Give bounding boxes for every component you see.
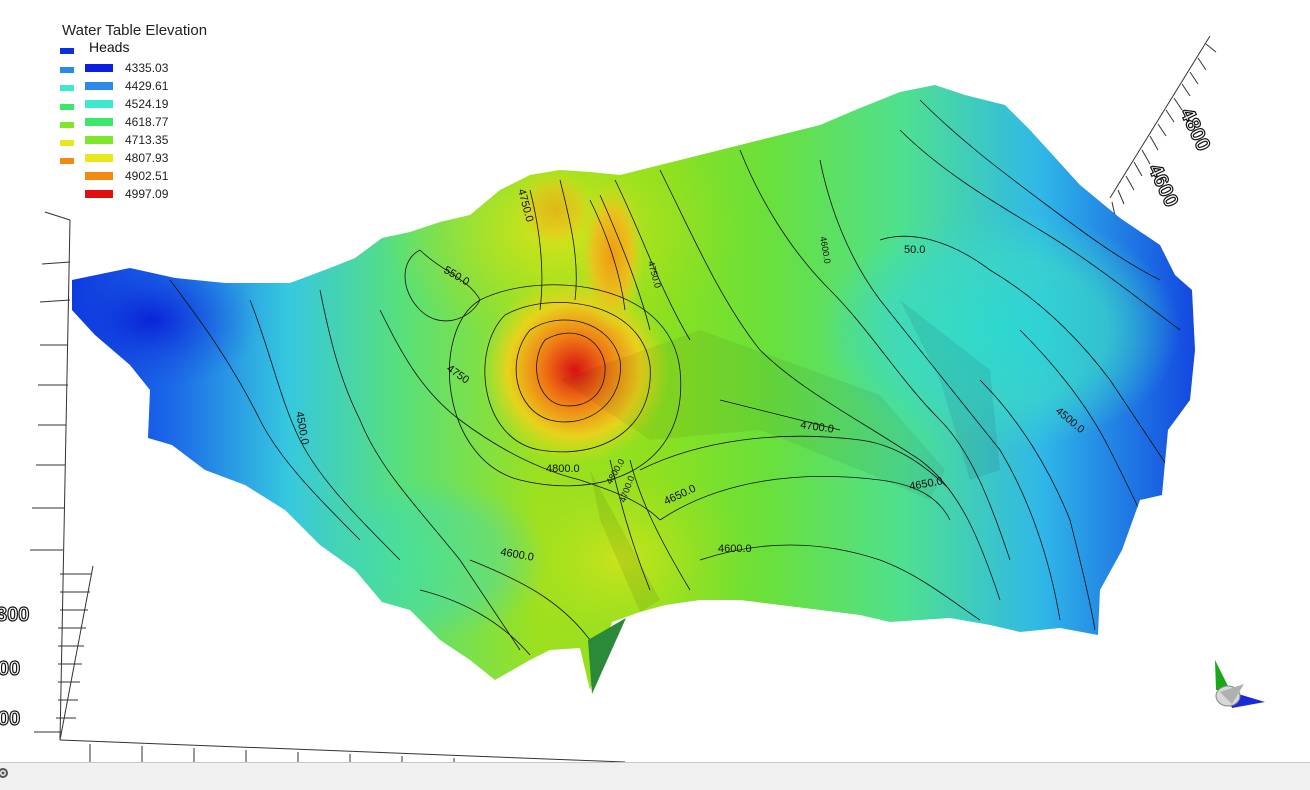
legend-swatch-left — [60, 48, 74, 54]
status-gear-icon[interactable] — [0, 767, 9, 779]
legend-value: 4902.51 — [125, 169, 169, 183]
legend-swatch — [85, 64, 113, 72]
legend-swatch — [85, 154, 113, 162]
legend-swatch — [85, 118, 113, 126]
legend-value: 4429.61 — [125, 79, 169, 93]
legend-swatch-left — [60, 158, 74, 164]
legend-swatch-left — [60, 85, 74, 91]
legend-swatch — [85, 100, 113, 108]
legend-title: Water Table Elevation — [62, 22, 208, 39]
left-axis-label: 00 — [0, 708, 20, 730]
legend-swatch — [85, 82, 113, 90]
status-bar — [0, 762, 1310, 790]
legend-swatch — [85, 136, 113, 144]
orientation-triad-icon[interactable] — [1215, 660, 1265, 708]
contour-label: 4800.0 — [546, 463, 580, 475]
3d-viewport[interactable]: 300 00 00 4800 4600 4 — [0, 0, 1310, 762]
left-axis-label: 300 — [0, 604, 29, 626]
legend-swatch-left — [60, 140, 74, 146]
left-axis-label: 00 — [0, 658, 20, 680]
legend-swatch-left — [60, 122, 74, 128]
legend-value: 4524.19 — [125, 97, 169, 111]
right-axis-label: 4600 — [1143, 161, 1182, 211]
legend-value: 4807.93 — [125, 151, 169, 165]
legend-value: 4713.35 — [125, 133, 169, 147]
contour-label: 4600.0 — [718, 543, 752, 555]
contour-label: 50.0 — [904, 244, 925, 256]
legend-value: 4618.77 — [125, 115, 169, 129]
legend-subtitle: Heads — [89, 39, 130, 55]
legend-swatch — [85, 190, 113, 198]
right-axis-label: 4800 — [1175, 105, 1214, 155]
legend-swatch-left — [60, 104, 74, 110]
legend-swatch — [85, 172, 113, 180]
legend-value: 4335.03 — [125, 61, 169, 75]
legend: Water Table Elevation Heads 4335.03 4429… — [56, 20, 256, 210]
legend-value: 4997.09 — [125, 187, 169, 201]
legend-swatch-left — [60, 67, 74, 73]
